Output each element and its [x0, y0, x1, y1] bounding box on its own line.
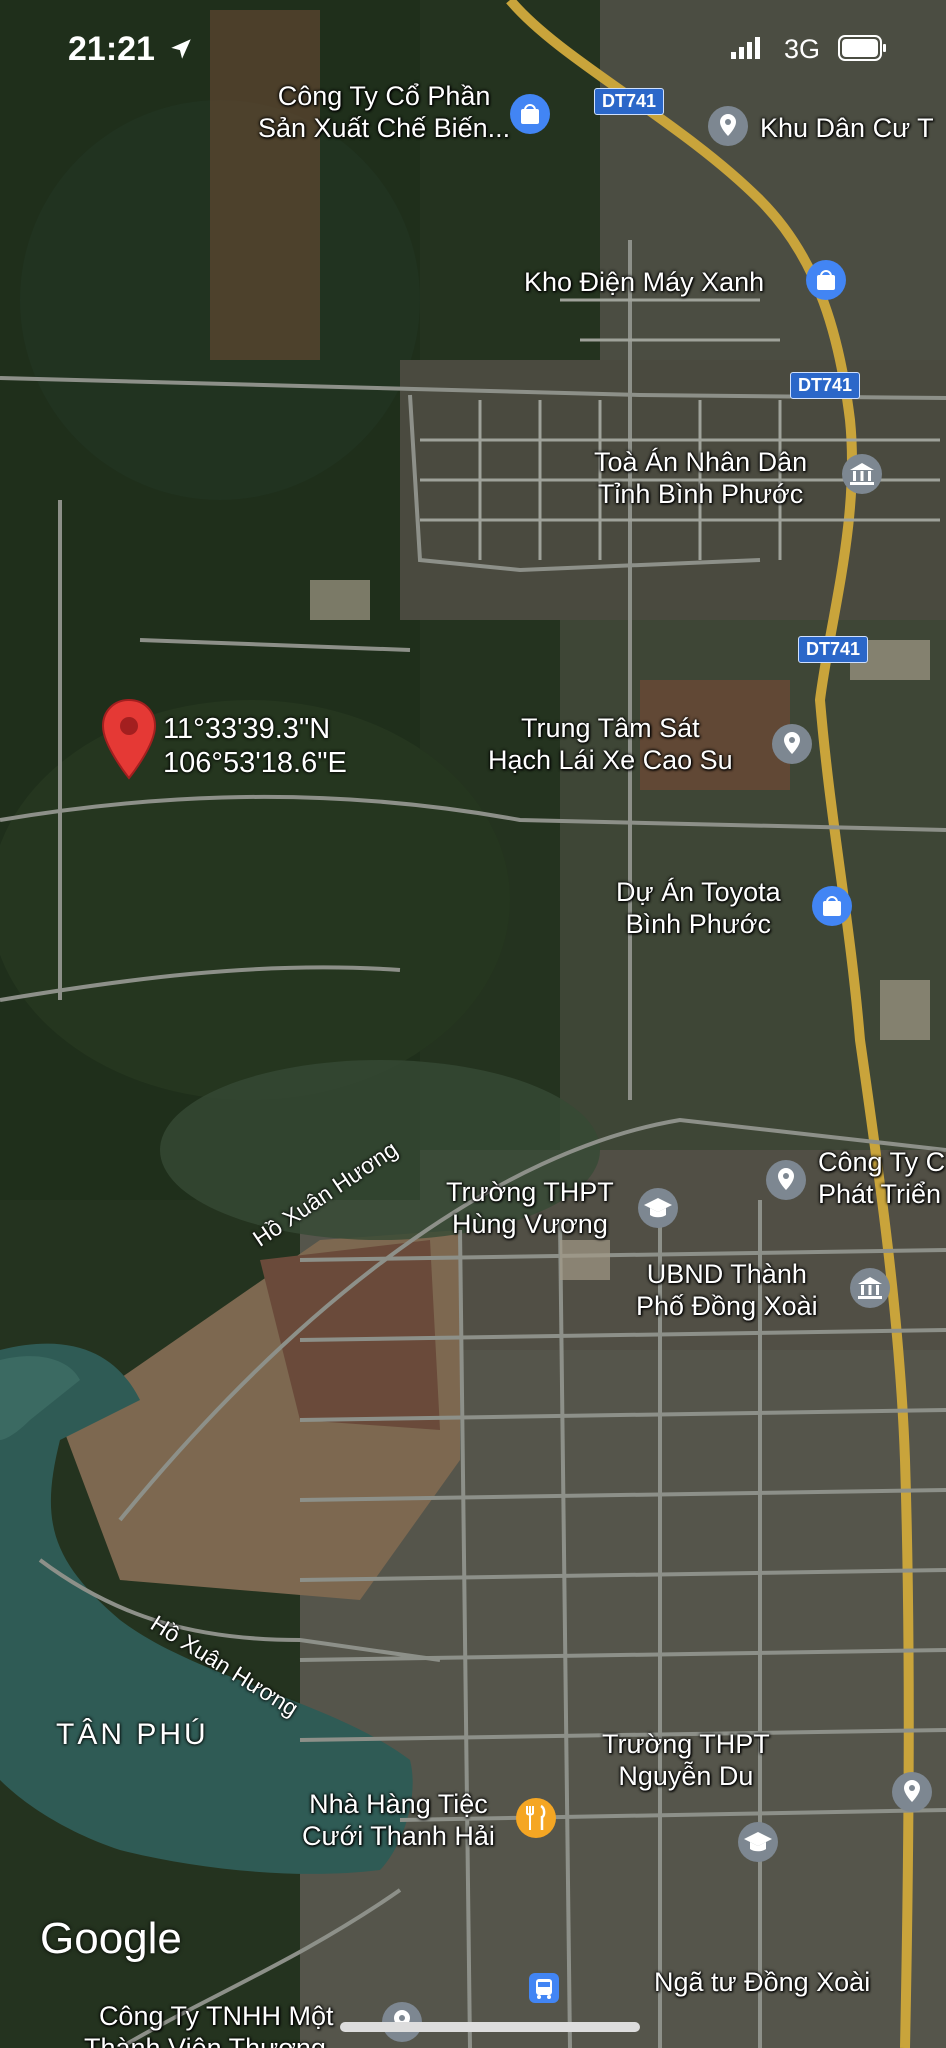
poi-label-line1: Trung Tâm Sát — [521, 713, 700, 743]
bus-stop-icon — [528, 1972, 560, 2004]
poi-label-line2: Cưới Thanh Hải — [302, 1821, 495, 1851]
road-shield-dt741: DT741 — [594, 88, 665, 115]
restaurant-icon — [514, 1796, 558, 1840]
location-pin-icon — [706, 104, 750, 148]
status-time: 21:21 — [68, 30, 155, 68]
poi-label-line1: Khu Dân Cư T — [760, 113, 934, 143]
location-pin-icon — [770, 722, 814, 766]
pin-latitude: 11°33'39.3"N — [163, 713, 331, 745]
poi-label-line1: Dự Án Toyota — [616, 877, 781, 907]
google-logo: Google — [40, 1914, 182, 1963]
location-arrow-icon — [168, 36, 194, 67]
poi-label-line1: Trường THPT — [602, 1729, 770, 1759]
road-shield-dt741: DT741 — [790, 372, 861, 399]
network-type: 3G — [784, 34, 821, 64]
home-indicator[interactable] — [340, 2022, 640, 2032]
shopping-bag-icon — [810, 884, 854, 928]
red-pin-icon — [100, 698, 158, 787]
poi-label-line2: Nguyễn Du — [618, 1761, 754, 1791]
poi-label-line1: Ngã tư Đồng Xoài — [654, 1967, 871, 1997]
poi-label-line1: Công Ty TNHH Một — [98, 2001, 334, 2031]
shopping-bag-icon — [804, 258, 848, 302]
poi-label-line2: Hùng Vương — [451, 1209, 608, 1239]
pin-longitude: 106°53'18.6"E — [163, 747, 347, 779]
poi-label-line2: Hạch Lái Xe Cao Su — [488, 745, 733, 775]
location-pin-icon — [764, 1158, 808, 1202]
poi-label-line1: Trường THPT — [446, 1177, 614, 1207]
poi-label-line1: Nhà Hàng Tiệc — [309, 1789, 488, 1819]
poi-label-line2: Thành Viên Thương... — [84, 2033, 349, 2048]
location-pin-icon — [890, 1770, 934, 1814]
battery-icon — [838, 34, 888, 67]
school-icon — [636, 1186, 680, 1230]
satellite-map[interactable]: 21:21 3G DT741 DT741 DT741 Công Ty Cổ Ph… — [0, 0, 946, 2048]
signal-bars-icon — [730, 36, 764, 65]
poi-label-line2: Tỉnh Bình Phước — [597, 479, 804, 509]
poi-label-line1: UBND Thành — [646, 1259, 807, 1289]
poi-label-line2: Sản Xuất Chế Biến... — [258, 113, 511, 143]
road-shield-dt741: DT741 — [798, 636, 869, 663]
school-icon — [736, 1820, 780, 1864]
poi-label-line1: Công Ty C — [818, 1147, 946, 1177]
poi-label-line2: Phố Đồng Xoài — [636, 1291, 818, 1321]
poi-label-line1: Kho Điện Máy Xanh — [524, 267, 765, 297]
poi-label-line1: Toà Án Nhân Dân — [594, 447, 808, 477]
government-building-icon — [848, 1266, 892, 1310]
poi-label-line1: Công Ty Cổ Phần — [277, 81, 491, 111]
poi-label-line2: Phát Triển — [818, 1179, 942, 1209]
shopping-bag-icon — [508, 92, 552, 136]
government-building-icon — [840, 452, 884, 496]
area-label-tan-phu: TÂN PHÚ — [56, 1718, 209, 1751]
poi-label-line2: Bình Phước — [625, 909, 772, 939]
